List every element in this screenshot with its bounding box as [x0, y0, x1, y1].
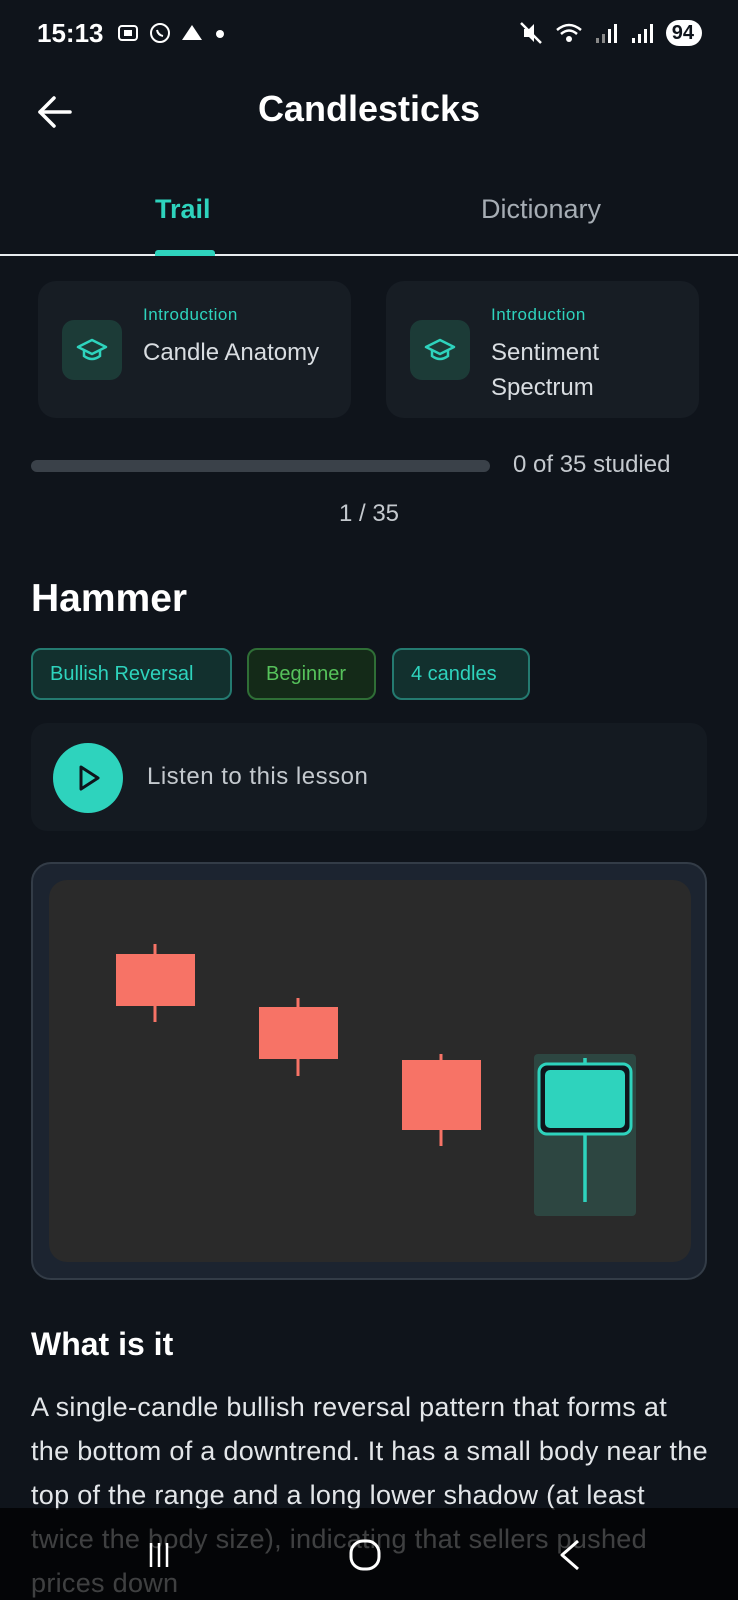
status-bar: 15:13 94	[0, 0, 738, 70]
system-nav-bar	[0, 1508, 738, 1600]
progress-bar	[31, 460, 490, 472]
screenshot-icon	[118, 25, 138, 41]
tab-trail[interactable]: Trail	[155, 194, 211, 225]
illustration-canvas	[49, 880, 691, 1262]
tab-bar: Trail Dictionary	[0, 180, 738, 256]
card-kicker: Introduction	[143, 305, 238, 324]
section-title: What is it	[31, 1326, 174, 1362]
screen: 15:13 94 Candlesticks Trail Dictionary I…	[0, 0, 738, 1600]
pattern-illustration	[31, 862, 707, 1280]
status-icons-left	[116, 21, 228, 45]
dot-icon	[216, 30, 224, 38]
whatsapp-icon	[150, 23, 170, 43]
mute-icon	[519, 22, 542, 44]
battery-icon: 94	[665, 20, 702, 46]
signal-icon	[631, 24, 653, 43]
tag-candle-count: 4 candles	[392, 648, 530, 700]
card-icon-container	[62, 320, 122, 380]
progress-label: 0 of 35 studied	[513, 451, 671, 478]
system-back-button[interactable]	[545, 1530, 595, 1580]
candle-1	[116, 944, 195, 1022]
lesson-card-candle-anatomy[interactable]: Introduction Candle Anatomy	[38, 281, 351, 418]
card-kicker: Introduction	[491, 305, 586, 324]
status-time: 15:13	[37, 18, 104, 48]
candle-4-hammer	[534, 1054, 636, 1216]
status-icons-right: 94	[518, 20, 702, 46]
wifi-icon	[555, 23, 582, 42]
candle-illustration	[116, 944, 636, 1216]
play-icon	[79, 765, 100, 791]
card-icon-container	[410, 320, 470, 380]
chevron-left-icon	[560, 1539, 579, 1571]
candle-3	[402, 1054, 481, 1146]
tab-dictionary[interactable]: Dictionary	[481, 194, 601, 225]
recents-icon	[149, 1543, 169, 1567]
play-button[interactable]	[53, 743, 123, 813]
candle-2	[259, 998, 338, 1076]
page-title: Candlesticks	[257, 88, 481, 129]
lesson-card-sentiment-spectrum[interactable]: Introduction Sentiment Spectrum	[386, 281, 699, 418]
listen-panel[interactable]: Listen to this lesson	[31, 723, 707, 831]
tag-beginner: Beginner	[247, 648, 376, 700]
pattern-title: Hammer	[31, 577, 188, 620]
tag-bullish-reversal: Bullish Reversal	[31, 648, 232, 700]
card-title: Candle Anatomy	[143, 339, 320, 366]
signal-icon	[595, 24, 617, 43]
tab-indicator	[155, 250, 215, 256]
card-title: Sentiment Spectrum	[491, 339, 600, 401]
home-button[interactable]	[340, 1530, 390, 1580]
graduation-cap-icon	[424, 338, 456, 361]
home-icon	[349, 1539, 381, 1571]
drive-icon	[182, 25, 202, 40]
listen-label: Listen to this lesson	[147, 763, 369, 790]
lesson-counter: 1 / 35	[338, 500, 400, 527]
graduation-cap-icon	[76, 338, 108, 361]
recents-button[interactable]	[134, 1530, 184, 1580]
